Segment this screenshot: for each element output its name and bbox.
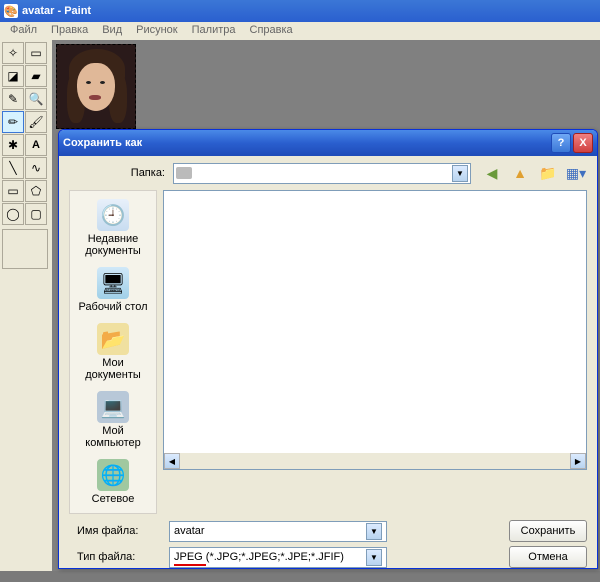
dialog-titlebar[interactable]: Сохранить как ? X [59,130,597,156]
avatar-image[interactable] [56,44,136,129]
scroll-track[interactable] [180,453,570,469]
recent-icon: 🕘 [97,199,129,231]
place-desktop[interactable]: 🖥 Рабочий стол [72,263,154,317]
tool-line[interactable]: ╲ [2,157,24,179]
tool-ellipse[interactable]: ◯ [2,203,24,225]
tool-text[interactable]: A [25,134,47,156]
nav-newfolder-icon[interactable]: 📁 [537,162,559,184]
toolbox: ✧ ▭ ◪ ▰ ✎ 🔍 ✏ 🖌 ✱ A ╲ ∿ ▭ ⬠ ◯ ▢ [0,40,52,571]
dialog-close-button[interactable]: X [573,133,593,153]
tool-spray[interactable]: ✱ [2,134,24,156]
dialog-help-button[interactable]: ? [551,133,571,153]
menu-help[interactable]: Справка [244,23,299,39]
place-documents[interactable]: 📂 Мои документы [72,319,154,385]
nav-back-icon[interactable]: ◀ [481,162,503,184]
nav-up-icon[interactable]: ▲ [509,162,531,184]
paint-menubar: Файл Правка Вид Рисунок Палитра Справка [0,22,600,40]
place-network[interactable]: 🌐 Сетевое [72,455,154,509]
place-desktop-label: Рабочий стол [74,301,152,313]
tool-eraser[interactable]: ◪ [2,65,24,87]
filetype-label: Тип файла: [69,551,169,563]
scroll-left-icon[interactable]: ◀ [164,453,180,469]
desktop-icon: 🖥 [97,267,129,299]
disk-icon [176,167,192,179]
folder-label: Папка: [69,167,173,179]
network-icon: 🌐 [97,459,129,491]
tool-picker[interactable]: ✎ [2,88,24,110]
tool-rect-select[interactable]: ▭ [25,42,47,64]
place-computer-label: Мой компьютер [74,425,152,449]
menu-file[interactable]: Файл [4,23,43,39]
filename-input[interactable]: avatar ▼ [169,521,387,542]
tool-rect[interactable]: ▭ [2,180,24,202]
dialog-title: Сохранить как [63,137,142,149]
tool-curve[interactable]: ∿ [25,157,47,179]
tool-roundrect[interactable]: ▢ [25,203,47,225]
tool-fill[interactable]: ▰ [25,65,47,87]
place-documents-label: Мои документы [74,357,152,381]
filetype-value: JPEG (*.JPG;*.JPEG;*.JPE;*.JFIF) [174,551,344,563]
paint-titlebar: 🎨 avatar - Paint [0,0,600,22]
save-as-dialog: Сохранить как ? X Папка: ▼ ◀ ▲ 📁 ▦▾ 🕘 [58,129,598,569]
folder-dropdown[interactable]: ▼ [173,163,471,184]
horizontal-scrollbar[interactable]: ◀ ▶ [164,453,586,469]
place-recent-label: Недавние документы [74,233,152,257]
filename-label: Имя файла: [69,525,169,537]
tool-polygon[interactable]: ⬠ [25,180,47,202]
save-button[interactable]: Сохранить [509,520,587,542]
chevron-down-icon[interactable]: ▼ [366,523,382,540]
documents-icon: 📂 [97,323,129,355]
paint-app-icon: 🎨 [4,4,18,18]
menu-edit[interactable]: Правка [45,23,94,39]
tool-brush[interactable]: 🖌 [25,111,47,133]
filetype-dropdown[interactable]: JPEG (*.JPG;*.JPEG;*.JPE;*.JFIF) ▼ [169,547,387,568]
paint-title: avatar - Paint [22,5,91,17]
tool-options [2,229,48,269]
places-bar: 🕘 Недавние документы 🖥 Рабочий стол 📂 Мо… [69,190,157,514]
place-computer[interactable]: 💻 Мой компьютер [72,387,154,453]
place-network-label: Сетевое [74,493,152,505]
menu-view[interactable]: Вид [96,23,128,39]
menu-palette[interactable]: Палитра [186,23,242,39]
chevron-down-icon[interactable]: ▼ [366,549,382,566]
place-recent[interactable]: 🕘 Недавние документы [72,195,154,261]
tool-zoom[interactable]: 🔍 [25,88,47,110]
filename-value: avatar [174,525,205,537]
tool-pencil[interactable]: ✏ [2,111,24,133]
chevron-down-icon[interactable]: ▼ [452,165,468,182]
computer-icon: 💻 [97,391,129,423]
file-list[interactable]: ◀ ▶ [163,190,587,470]
cancel-button[interactable]: Отмена [509,546,587,568]
nav-views-icon[interactable]: ▦▾ [565,162,587,184]
scroll-right-icon[interactable]: ▶ [570,453,586,469]
tool-freeform-select[interactable]: ✧ [2,42,24,64]
menu-image[interactable]: Рисунок [130,23,184,39]
